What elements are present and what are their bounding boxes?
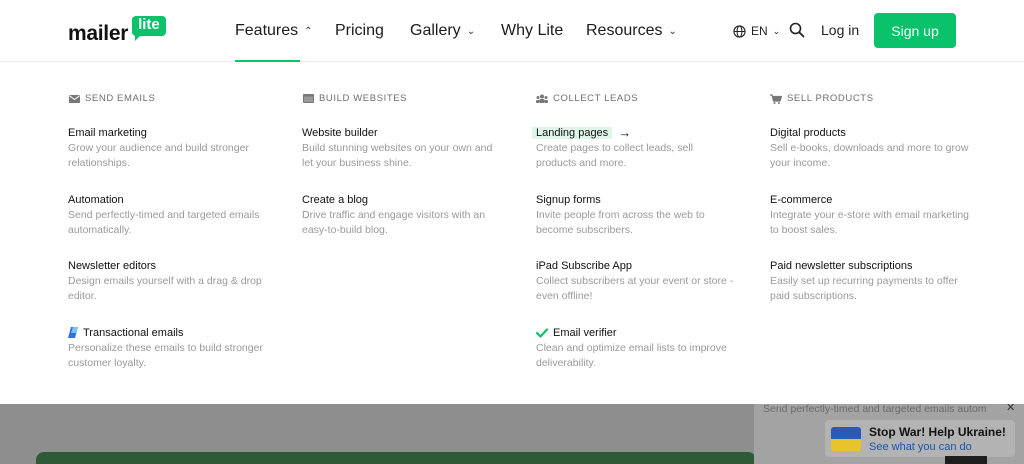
people-icon [536, 94, 548, 104]
page-overlay: Send perfectly-timed and targeted emails… [0, 404, 1024, 464]
menu-item-desc: Collect subscribers at your event or sto… [536, 275, 734, 302]
chevron-down-icon: ⌄ [466, 25, 476, 37]
nav-pricing-label: Pricing [335, 22, 384, 39]
nav-features-label: Features [235, 22, 299, 39]
login-link[interactable]: Log in [821, 22, 859, 38]
menu-item-desc: Build stunning websites on your own and … [302, 142, 493, 169]
transactional-icon [68, 327, 78, 338]
menu-item-desc: Integrate your e-store with email market… [770, 209, 970, 236]
search-icon[interactable] [789, 22, 805, 38]
menu-item-automation[interactable]: Automation Send perfectly-timed and targ… [68, 192, 268, 237]
menu-item-signup-forms[interactable]: Signup forms Invite people from across t… [536, 192, 736, 237]
menu-item-title: Signup forms [536, 193, 601, 206]
nav-resources-label: Resources [586, 22, 663, 39]
menu-item-desc: Easily set up recurring payments to offe… [770, 275, 958, 302]
menu-item-desc: Clean and optimize email lists to improv… [536, 342, 727, 369]
ukraine-banner[interactable]: Stop War! Help Ukraine! See what you can… [825, 420, 1015, 457]
ukraine-text: Stop War! Help Ukraine! See what you can… [869, 425, 1006, 453]
menu-item-desc: Send perfectly-timed and targeted emails… [68, 209, 260, 236]
heading-label: COLLECT LEADS [553, 93, 639, 104]
menu-item-website-builder[interactable]: Website builder Build stunning websites … [302, 125, 502, 170]
chevron-down-icon: ⌄ [668, 25, 677, 37]
features-mega-menu: SEND EMAILS Email marketing Grow your au… [0, 62, 1024, 404]
menu-item-title-row: Email verifier [536, 325, 736, 340]
menu-item-newsletter-editors[interactable]: Newsletter editors Design emails yoursel… [68, 258, 268, 303]
menu-item-ipad-subscribe-app[interactable]: iPad Subscribe App Collect subscribers a… [536, 258, 736, 303]
logo-bubble: lite [132, 16, 166, 41]
column-heading: BUILD WEBSITES [302, 93, 407, 104]
nav-pricing[interactable]: Pricing [335, 0, 384, 62]
ukraine-title: Stop War! Help Ukraine! [869, 424, 1006, 439]
mailerlite-logo[interactable]: mailer lite [68, 14, 166, 46]
menu-item-desc: Sell e-books, downloads and more to grow… [770, 142, 969, 169]
menu-item-title: Digital products [770, 126, 846, 139]
column-heading: SEND EMAILS [68, 93, 155, 104]
menu-item-create-a-blog[interactable]: Create a blog Drive traffic and engage v… [302, 192, 502, 237]
menu-item-title: Email verifier [553, 326, 617, 339]
nav-why-lite-label: Why Lite [501, 22, 564, 39]
menu-item-desc: Design emails yourself with a drag & dro… [68, 275, 262, 302]
menu-item-title: Landing pages [532, 126, 613, 139]
nav-gallery-label: Gallery [410, 22, 461, 39]
ukraine-link[interactable]: See what you can do [869, 441, 1006, 453]
heading-label: SEND EMAILS [85, 93, 156, 104]
nav-gallery[interactable]: Gallery ⌄ [410, 0, 475, 62]
menu-item-title: Automation [68, 193, 124, 206]
background-text: Send perfectly-timed and targeted emails… [763, 404, 987, 415]
heading-label: BUILD WEBSITES [319, 93, 408, 104]
checkmark-icon [536, 327, 548, 338]
language-selector[interactable]: EN ⌄ [733, 20, 780, 42]
chevron-down-icon: ⌄ [772, 25, 781, 36]
site-header: mailer lite Features ⌃ Pricing Gallery ⌄… [0, 0, 1024, 62]
envelope-icon [68, 94, 80, 104]
menu-item-title-row: Landing pages → [532, 125, 736, 140]
menu-item-desc: Invite people from across the web to bec… [536, 209, 705, 236]
nav-why-lite[interactable]: Why Lite [501, 0, 563, 62]
cart-icon [770, 93, 782, 104]
chevron-up-icon: ⌃ [304, 25, 313, 37]
menu-item-title: Transactional emails [83, 326, 184, 339]
browser-icon [302, 94, 314, 104]
signup-button[interactable]: Sign up [874, 13, 956, 48]
menu-item-title: Create a blog [302, 193, 369, 206]
arrow-right-icon: → [618, 125, 632, 140]
menu-item-digital-products[interactable]: Digital products Sell e-books, downloads… [770, 125, 970, 170]
menu-item-desc: Drive traffic and engage visitors with a… [302, 209, 486, 236]
menu-item-title: Website builder [302, 126, 378, 139]
menu-item-desc: Personalize these emails to build strong… [68, 342, 263, 369]
menu-item-desc: Grow your audience and build stronger re… [68, 142, 249, 169]
dark-button[interactable] [945, 456, 987, 464]
menu-item-landing-pages[interactable]: Landing pages → Create pages to collect … [532, 125, 736, 170]
globe-icon [733, 24, 746, 38]
menu-item-e-commerce[interactable]: E-commerce Integrate your e-store with e… [770, 192, 970, 237]
close-icon[interactable]: ✕ [1006, 404, 1015, 414]
menu-item-title: Email marketing [68, 126, 147, 139]
menu-item-transactional-emails[interactable]: Transactional emails Personalize these e… [68, 325, 268, 370]
menu-item-title: E-commerce [770, 193, 833, 206]
column-heading: COLLECT LEADS [536, 93, 638, 104]
nav-features[interactable]: Features ⌃ [235, 0, 313, 62]
menu-item-title: iPad Subscribe App [536, 259, 633, 272]
heading-label: SELL PRODUCTS [787, 93, 874, 104]
nav-resources[interactable]: Resources ⌄ [586, 0, 677, 62]
menu-item-title: Newsletter editors [68, 259, 157, 272]
hero-banner [36, 452, 756, 464]
menu-item-title: Paid newsletter subscriptions [770, 259, 913, 272]
ukraine-flag-icon [831, 426, 861, 451]
menu-item-email-marketing[interactable]: Email marketing Grow your audience and b… [68, 125, 268, 170]
menu-item-title-row: Transactional emails [68, 325, 268, 340]
menu-item-desc: Create pages to collect leads, sell prod… [536, 142, 694, 169]
logo-word: mailer [68, 22, 129, 45]
menu-item-email-verifier[interactable]: Email verifier Clean and optimize email … [536, 325, 736, 370]
menu-item-paid-newsletter-subscriptions[interactable]: Paid newsletter subscriptions Easily set… [770, 258, 970, 303]
language-label: EN [751, 24, 768, 38]
column-heading: SELL PRODUCTS [770, 93, 874, 104]
